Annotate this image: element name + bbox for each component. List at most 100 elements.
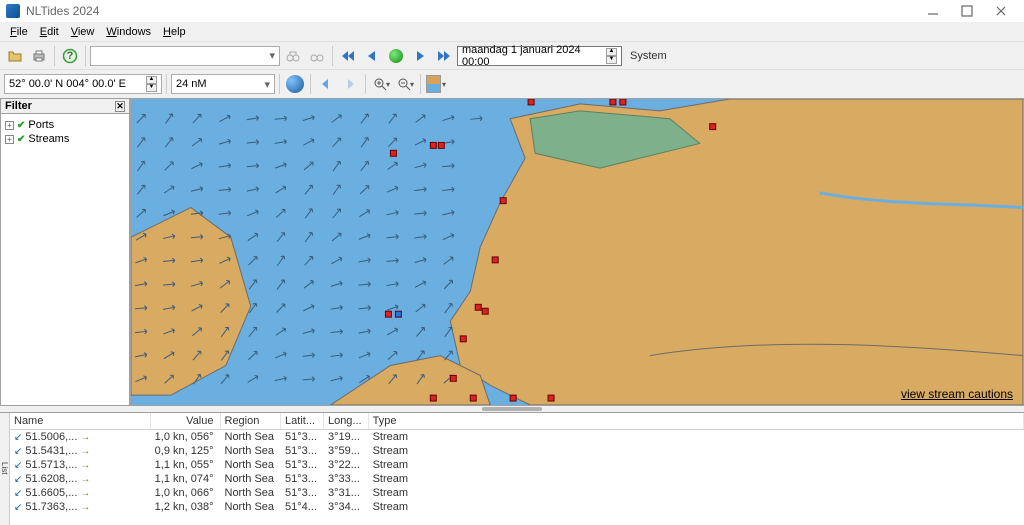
col-value[interactable]: Value [150,413,220,430]
back-button[interactable] [315,73,337,95]
scale-select[interactable]: 24 nM ▾ [171,74,275,94]
row-lat: 51°3... [281,458,324,472]
row-name: 51.6605,... [25,487,77,499]
maximize-button[interactable] [950,0,984,22]
search-input[interactable] [95,50,265,62]
zoom-in-button[interactable]: ▾ [370,73,392,95]
stream-icon: ↙ [14,460,22,471]
print-button[interactable] [28,45,50,67]
step-forward-button[interactable] [409,45,431,67]
row-lat: 51°3... [281,444,324,458]
stream-icon: ↙ [14,488,22,499]
stream-icon: ↙ [14,446,22,457]
menu-file[interactable]: File [4,24,34,40]
horizontal-splitter[interactable] [0,406,1024,412]
row-name: 51.5713,... [25,459,77,471]
row-type: Stream [368,472,1023,486]
direction-icon: → [80,460,90,471]
row-lon: 3°59... [323,444,368,458]
tree-item-ports[interactable]: + ✔ Ports [5,118,125,132]
row-name: 51.7363,... [25,501,77,513]
menubar: File Edit View Windows Help [0,22,1024,42]
table-row[interactable]: ↙51.6208,... →1,1 kn, 074°North Sea51°3.… [10,472,1024,486]
col-region[interactable]: Region [220,413,281,430]
direction-icon: → [80,502,90,513]
table-row[interactable]: ↙51.5006,... →1,0 kn, 056°North Sea51°3.… [10,430,1024,445]
step-back-button[interactable] [361,45,383,67]
app-title: NLTides 2024 [26,4,916,18]
coord-field[interactable]: 52° 00.0' N 004° 00.0' E ▲ ▼ [4,74,162,94]
direction-icon: → [80,446,90,457]
menu-windows[interactable]: Windows [100,24,157,40]
filter-header: Filter ✕ [1,99,129,114]
filter-panel: Filter ✕ + ✔ Ports + ✔ Streams [0,98,130,406]
row-lon: 3°22... [323,458,368,472]
coord-down[interactable]: ▼ [146,84,157,92]
stream-icon: ↙ [14,432,22,443]
open-button[interactable] [4,45,26,67]
view-stream-cautions-link[interactable]: view stream cautions [901,387,1013,401]
list-tab-handle[interactable]: List [0,413,10,525]
forward-button[interactable] [339,73,361,95]
datetime-up-button[interactable]: ▲ [606,48,617,56]
row-type: Stream [368,444,1023,458]
row-lon: 3°31... [323,486,368,500]
titlebar: NLTides 2024 [0,0,1024,22]
results-table: Name Value Region Latit... Long... Type … [10,413,1024,514]
table-row[interactable]: ↙51.7363,... →1,2 kn, 038°North Sea51°4.… [10,500,1024,514]
datetime-down-button[interactable]: ▼ [606,56,617,64]
fast-forward-button[interactable] [433,45,455,67]
svg-text:?: ? [67,50,74,62]
search-combo[interactable]: ▾ [90,46,280,66]
globe-icon [286,75,304,93]
col-lon[interactable]: Long... [323,413,368,430]
direction-icon: → [80,474,90,485]
table-row[interactable]: ↙51.5713,... →1,1 kn, 055°North Sea51°3.… [10,458,1024,472]
row-lat: 51°4... [281,500,324,514]
datetime-value: maandag 1 januari 2024 00:00 [462,44,606,68]
stream-icon: ↙ [14,474,22,485]
globe-button[interactable] [284,73,306,95]
filter-tree[interactable]: + ✔ Ports + ✔ Streams [1,114,129,405]
menu-help[interactable]: Help [157,24,192,40]
chevron-down-icon: ▾ [269,49,275,62]
menu-edit[interactable]: Edit [34,24,65,40]
row-name: 51.5431,... [25,445,77,457]
filter-close-button[interactable]: ✕ [115,101,125,112]
system-label: System [630,50,667,62]
row-value: 1,0 kn, 056° [150,430,220,445]
row-region: North Sea [220,486,281,500]
minimize-button[interactable] [916,0,950,22]
table-row[interactable]: ↙51.6605,... →1,0 kn, 066°North Sea51°3.… [10,486,1024,500]
map-view[interactable]: view stream cautions [130,98,1024,406]
row-type: Stream [368,430,1023,445]
row-value: 1,2 kn, 038° [150,500,220,514]
zoom-out-button[interactable]: ▾ [394,73,416,95]
layer-icon [426,75,441,93]
chevron-down-icon: ▾ [264,78,270,91]
row-type: Stream [368,486,1023,500]
tree-item-streams[interactable]: + ✔ Streams [5,132,125,146]
table-row[interactable]: ↙51.5431,... →0,9 kn, 125°North Sea51°3.… [10,444,1024,458]
row-lon: 3°19... [323,430,368,445]
row-type: Stream [368,500,1023,514]
row-region: North Sea [220,472,281,486]
binoculars-button[interactable] [282,45,304,67]
stream-icon: ↙ [14,502,22,513]
close-button[interactable] [984,0,1018,22]
datetime-field[interactable]: maandag 1 januari 2024 00:00 ▲ ▼ [457,46,622,66]
help-button[interactable]: ? [59,45,81,67]
menu-view[interactable]: View [65,24,101,40]
binoculars-next-button[interactable] [306,45,328,67]
col-lat[interactable]: Latit... [281,413,324,430]
expand-icon[interactable]: + [5,135,14,144]
direction-icon: → [80,488,90,499]
play-button[interactable] [385,45,407,67]
col-name[interactable]: Name [10,413,150,430]
coord-up[interactable]: ▲ [146,76,157,84]
rewind-button[interactable] [337,45,359,67]
col-type[interactable]: Type [368,413,1023,430]
row-value: 0,9 kn, 125° [150,444,220,458]
expand-icon[interactable]: + [5,121,14,130]
layer-swatch-button[interactable]: ▾ [425,73,447,95]
